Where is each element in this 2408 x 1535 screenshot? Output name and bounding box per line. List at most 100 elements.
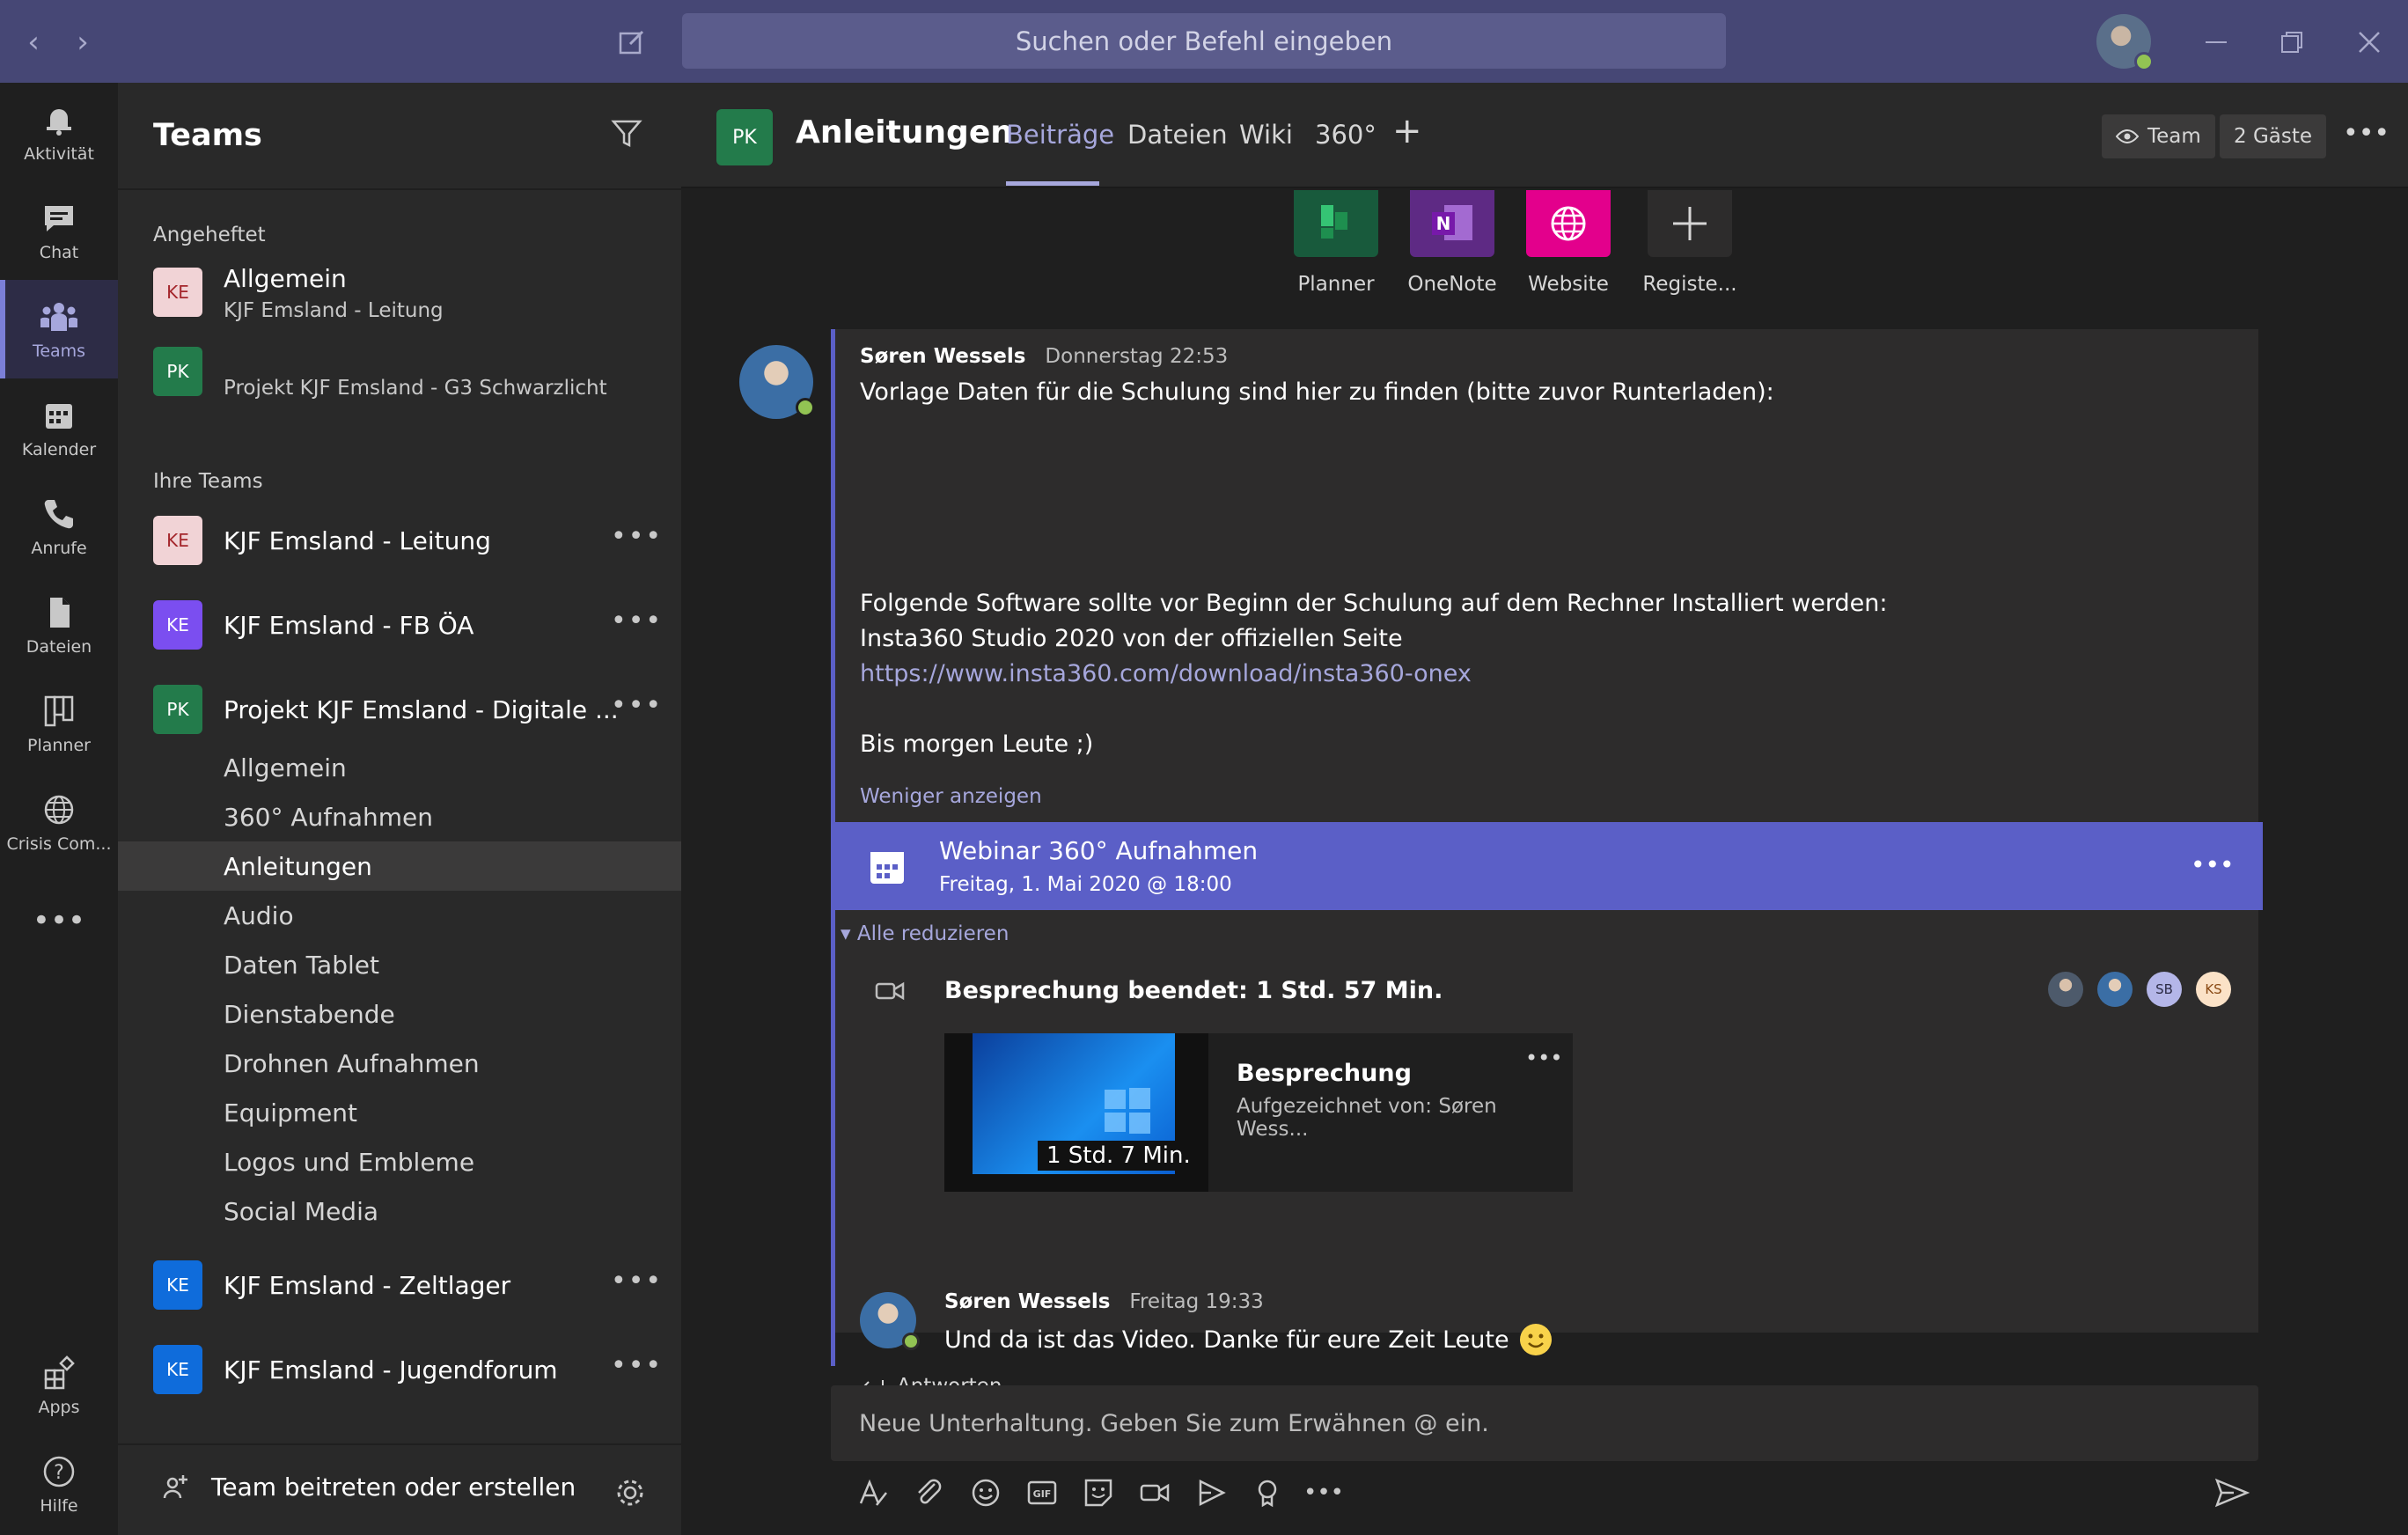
- participant-avatar-sb[interactable]: SB: [2147, 972, 2182, 1007]
- post-line: Insta360 Studio 2020 von der offiziellen…: [860, 625, 1403, 652]
- planner-app-icon[interactable]: [1294, 190, 1378, 257]
- collapse-all-link[interactable]: ▾ Alle reduzieren: [841, 922, 1009, 945]
- recording-thumbnail[interactable]: 1 Std. 7 Min.: [944, 1033, 1208, 1192]
- channel-dienstabende[interactable]: Dienstabende: [118, 989, 681, 1039]
- tab-wiki[interactable]: Wiki: [1239, 120, 1293, 150]
- tab-360[interactable]: 360°: [1315, 120, 1377, 150]
- event-more-icon[interactable]: •••: [2191, 850, 2235, 879]
- reply-author-avatar[interactable]: [860, 1292, 920, 1350]
- recording-card[interactable]: 1 Std. 7 Min. Besprechung Aufgezeichnet …: [944, 1033, 1573, 1192]
- rail-activity[interactable]: Aktivität: [0, 83, 118, 181]
- channel-team-tile: PK: [716, 109, 773, 165]
- channel-daten-tablet[interactable]: Daten Tablet: [118, 940, 681, 989]
- compose-icon[interactable]: [607, 18, 657, 67]
- rail-crisis-com[interactable]: Crisis Com...: [0, 773, 118, 871]
- team-name: KJF Emsland - FB ÖA: [224, 611, 474, 640]
- channel-allgemein[interactable]: Allgemein: [118, 743, 681, 792]
- guests-button[interactable]: 2 Gäste: [2220, 114, 2327, 158]
- praise-icon[interactable]: [1248, 1473, 1287, 1512]
- team-kjf-zeltlager[interactable]: KE KJF Emsland - Zeltlager •••: [118, 1243, 681, 1322]
- rail-help[interactable]: ? Hilfe: [0, 1435, 118, 1533]
- filter-icon[interactable]: [611, 118, 646, 153]
- pinned-channel-allgemein[interactable]: KE Allgemein KJF Emsland - Leitung: [118, 255, 681, 334]
- participant-avatar[interactable]: [2097, 972, 2133, 1007]
- send-icon[interactable]: [2213, 1473, 2251, 1512]
- channel-anleitungen[interactable]: Anleitungen: [118, 841, 681, 891]
- more-icon[interactable]: •••: [611, 690, 663, 721]
- format-icon[interactable]: [854, 1473, 892, 1512]
- more-icon[interactable]: •••: [611, 606, 663, 636]
- rail-more[interactable]: •••: [0, 871, 118, 970]
- divider: [118, 188, 681, 190]
- settings-gear-icon[interactable]: [614, 1477, 646, 1509]
- event-date: Freitag, 1. Mai 2020 @ 18:00: [939, 873, 1232, 896]
- plus-icon[interactable]: [1648, 190, 1732, 257]
- rail-planner[interactable]: Planner: [0, 674, 118, 773]
- svg-text:?: ?: [54, 1462, 64, 1484]
- channel-social-media[interactable]: Social Media: [118, 1186, 681, 1236]
- header-more-icon[interactable]: •••: [2343, 118, 2390, 149]
- participant-avatar-ks[interactable]: KS: [2196, 972, 2231, 1007]
- team-projekt-digitale[interactable]: PK Projekt KJF Emsland - Digitale ... ••…: [118, 667, 681, 746]
- channel-drohnen[interactable]: Drohnen Aufnahmen: [118, 1039, 681, 1088]
- onenote-icon[interactable]: N: [1410, 190, 1494, 257]
- team-name: KJF Emsland - Jugendforum: [224, 1355, 558, 1384]
- new-conversation-input[interactable]: Neue Unterhaltung. Geben Sie zum Erwähne…: [831, 1385, 2258, 1461]
- pinned-channel-g3[interactable]: PK Projekt KJF Emsland - G3 Schwarzlicht: [118, 334, 681, 414]
- back-icon[interactable]: ‹: [9, 18, 58, 67]
- recording-more-icon[interactable]: •••: [1525, 1046, 1562, 1070]
- more-options-icon[interactable]: •••: [1303, 1473, 1344, 1512]
- show-less-link[interactable]: Weniger anzeigen: [860, 785, 1042, 808]
- team-kjf-jugendforum[interactable]: KE KJF Emsland - Jugendforum •••: [118, 1327, 681, 1406]
- emoji-icon[interactable]: [966, 1473, 1005, 1512]
- tab-beitraege[interactable]: Beiträge: [1006, 120, 1114, 150]
- main-area: PK Anleitungen Beiträge Dateien Wiki 360…: [681, 83, 2408, 1535]
- event-banner[interactable]: Webinar 360° Aufnahmen Freitag, 1. Mai 2…: [835, 822, 2263, 910]
- post-line: Vorlage Daten für die Schulung sind hier…: [860, 378, 1774, 406]
- teams-icon: [40, 297, 78, 336]
- rail-calls[interactable]: Anrufe: [0, 477, 118, 576]
- join-team-button[interactable]: Team beitreten oder erstellen: [162, 1472, 576, 1502]
- rail-files[interactable]: Dateien: [0, 576, 118, 674]
- post-author[interactable]: Søren Wessels: [860, 345, 1025, 368]
- participant-avatar[interactable]: [2048, 972, 2083, 1007]
- forward-icon[interactable]: ›: [58, 18, 107, 67]
- minimize-icon[interactable]: [2191, 18, 2241, 67]
- reply-author[interactable]: Søren Wessels: [944, 1290, 1110, 1313]
- channel-audio[interactable]: Audio: [118, 891, 681, 940]
- restore-icon[interactable]: [2267, 18, 2316, 67]
- stream-icon[interactable]: [1192, 1473, 1230, 1512]
- event-calendar-icon: [867, 847, 907, 887]
- search-input[interactable]: Suchen oder Befehl eingeben: [682, 13, 1726, 69]
- my-avatar[interactable]: [2096, 14, 2154, 71]
- gif-icon[interactable]: GIF: [1023, 1473, 1061, 1512]
- rail-chat[interactable]: Chat: [0, 181, 118, 280]
- author-avatar[interactable]: [739, 345, 815, 419]
- rail-teams[interactable]: Teams: [0, 280, 118, 378]
- add-tab-icon[interactable]: +: [1392, 111, 1422, 151]
- meet-now-icon[interactable]: [1135, 1473, 1174, 1512]
- more-icon[interactable]: •••: [611, 1266, 663, 1296]
- more-icon[interactable]: •••: [611, 521, 663, 552]
- team-kjf-leitung[interactable]: KE KJF Emsland - Leitung •••: [118, 498, 681, 577]
- reply-text: Und da ist das Video. Danke für eure Zei…: [944, 1326, 1509, 1354]
- channel-360-aufnahmen[interactable]: 360° Aufnahmen: [118, 792, 681, 841]
- sticker-icon[interactable]: [1079, 1473, 1118, 1512]
- team-kjf-fb-oa[interactable]: KE KJF Emsland - FB ÖA •••: [118, 583, 681, 662]
- website-globe-icon[interactable]: [1526, 190, 1611, 257]
- app-label: OneNote: [1407, 273, 1497, 296]
- team-visibility-button[interactable]: Team: [2102, 114, 2215, 158]
- close-icon[interactable]: [2345, 18, 2394, 67]
- rail-apps[interactable]: Apps: [0, 1336, 118, 1435]
- post-link[interactable]: https://www.insta360.com/download/insta3…: [860, 660, 1472, 687]
- caret-down-icon: ▾: [841, 922, 857, 945]
- channel-equipment[interactable]: Equipment: [118, 1088, 681, 1137]
- channel-logos[interactable]: Logos und Embleme: [118, 1137, 681, 1186]
- tab-dateien[interactable]: Dateien: [1127, 120, 1228, 150]
- rail-calendar[interactable]: Kalender: [0, 378, 118, 477]
- pane-title: Teams: [153, 118, 262, 153]
- attach-icon[interactable]: [910, 1473, 949, 1512]
- more-icon[interactable]: •••: [611, 1350, 663, 1381]
- team-tile: KE: [153, 268, 202, 317]
- team-tile: KE: [153, 600, 202, 650]
